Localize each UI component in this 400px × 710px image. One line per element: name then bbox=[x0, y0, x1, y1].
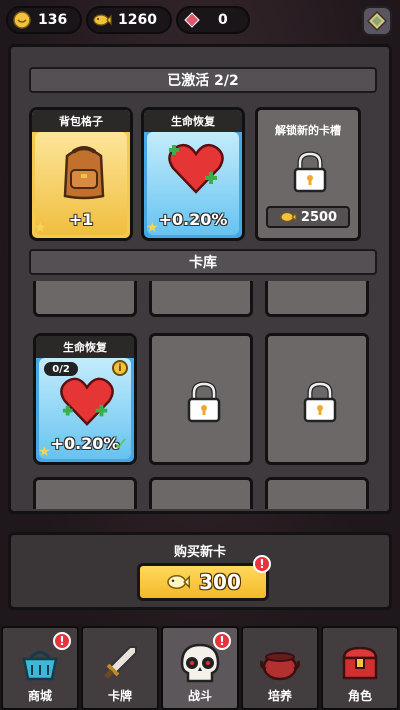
active-card-regen[interactable]: 生命恢复 +0.20% ★ bbox=[141, 107, 245, 241]
gem-counter: 0 bbox=[176, 6, 250, 34]
backpack-icon bbox=[63, 146, 105, 200]
unlock-price: 2500 bbox=[300, 209, 338, 225]
nav-label: 战斗 bbox=[187, 689, 212, 703]
nav-battle[interactable]: 战斗 ! bbox=[161, 626, 239, 710]
coin-icon bbox=[12, 10, 32, 30]
card-value: +0.20% bbox=[158, 210, 228, 229]
map-icon bbox=[366, 10, 388, 32]
nav-label: 卡牌 bbox=[107, 689, 132, 703]
card-value: +1 bbox=[68, 210, 94, 229]
empty-card-slot bbox=[265, 281, 369, 317]
buy-card-panel: 购买新卡 300 ! bbox=[8, 532, 392, 610]
unlock-slot[interactable]: 解锁新的卡槽 2500 bbox=[255, 107, 361, 241]
nav-character[interactable]: 角色 bbox=[321, 626, 399, 710]
fish-icon bbox=[92, 10, 112, 30]
card-count-badge: 0/2 bbox=[44, 362, 78, 376]
active-section-header: 已激活 2/2 bbox=[29, 67, 377, 93]
nav-train[interactable]: 培养 bbox=[241, 626, 319, 710]
heart-icon bbox=[168, 143, 224, 194]
fish-icon bbox=[280, 212, 297, 222]
empty-card-slot bbox=[149, 477, 253, 509]
gem-count: 0 bbox=[218, 12, 228, 28]
star-icon: ★ bbox=[38, 444, 51, 460]
card-panel: 已激活 2/2 背包格子 +1 ★ 生命恢复 +0.20% ★ 解锁新的卡槽 2… bbox=[8, 44, 392, 514]
coin-count: 136 bbox=[38, 12, 68, 28]
gem-icon bbox=[182, 10, 202, 30]
library-card-regen[interactable]: 生命恢复 +0.20% ✓ 0/2 i ★ bbox=[33, 333, 137, 465]
unlock-price-button[interactable]: 2500 bbox=[266, 206, 350, 228]
bottom-nav: 商城 ! 卡牌 战斗 ! 培养 角色 bbox=[0, 626, 400, 710]
unlock-slot-title: 解锁新的卡槽 bbox=[275, 124, 341, 137]
library-section-header: 卡库 bbox=[29, 249, 377, 275]
nav-label: 商城 bbox=[27, 689, 52, 703]
map-button[interactable] bbox=[362, 6, 392, 36]
nav-label: 培养 bbox=[267, 689, 292, 703]
empty-card-slot bbox=[33, 477, 137, 509]
alert-badge: ! bbox=[213, 632, 231, 650]
fish-counter: 1260 bbox=[86, 6, 172, 34]
lock-icon bbox=[303, 381, 337, 423]
empty-card-slot bbox=[265, 477, 369, 509]
coin-counter: 136 bbox=[6, 6, 82, 34]
active-section-title: 已激活 2/2 bbox=[167, 73, 239, 89]
locked-card-slot bbox=[265, 333, 369, 465]
buy-card-button[interactable]: 300 bbox=[137, 563, 269, 601]
chest-icon bbox=[338, 641, 382, 685]
star-icon: ★ bbox=[146, 220, 159, 236]
sword-icon bbox=[98, 641, 142, 685]
empty-card-slot bbox=[149, 281, 253, 317]
nav-shop[interactable]: 商城 ! bbox=[1, 626, 79, 710]
lock-icon bbox=[293, 151, 327, 193]
cauldron-icon bbox=[258, 641, 302, 685]
card-title: 背包格子 bbox=[32, 110, 130, 132]
active-card-backpack[interactable]: 背包格子 +1 ★ bbox=[29, 107, 133, 241]
nav-cards[interactable]: 卡牌 bbox=[81, 626, 159, 710]
heart-icon bbox=[60, 377, 114, 426]
check-icon: ✓ bbox=[113, 434, 129, 455]
fish-icon bbox=[167, 575, 191, 589]
card-title: 生命恢复 bbox=[144, 110, 242, 132]
alert-badge: ! bbox=[53, 632, 71, 650]
buy-card-price: 300 bbox=[199, 570, 241, 594]
buy-card-title: 购买新卡 bbox=[173, 545, 226, 560]
star-icon: ★ bbox=[34, 220, 47, 236]
empty-card-slot bbox=[33, 281, 137, 317]
card-title: 生命恢复 bbox=[36, 336, 134, 358]
locked-card-slot bbox=[149, 333, 253, 465]
nav-label: 角色 bbox=[347, 689, 372, 703]
fish-count: 1260 bbox=[118, 12, 157, 28]
resource-bar: 136 1260 0 bbox=[6, 6, 346, 34]
info-icon[interactable]: i bbox=[112, 360, 128, 376]
lock-icon bbox=[187, 381, 221, 423]
alert-badge: ! bbox=[253, 555, 271, 573]
library-section-title: 卡库 bbox=[189, 255, 217, 271]
library-grid[interactable]: 生命恢复 +0.20% ✓ 0/2 i ★ bbox=[29, 281, 377, 509]
